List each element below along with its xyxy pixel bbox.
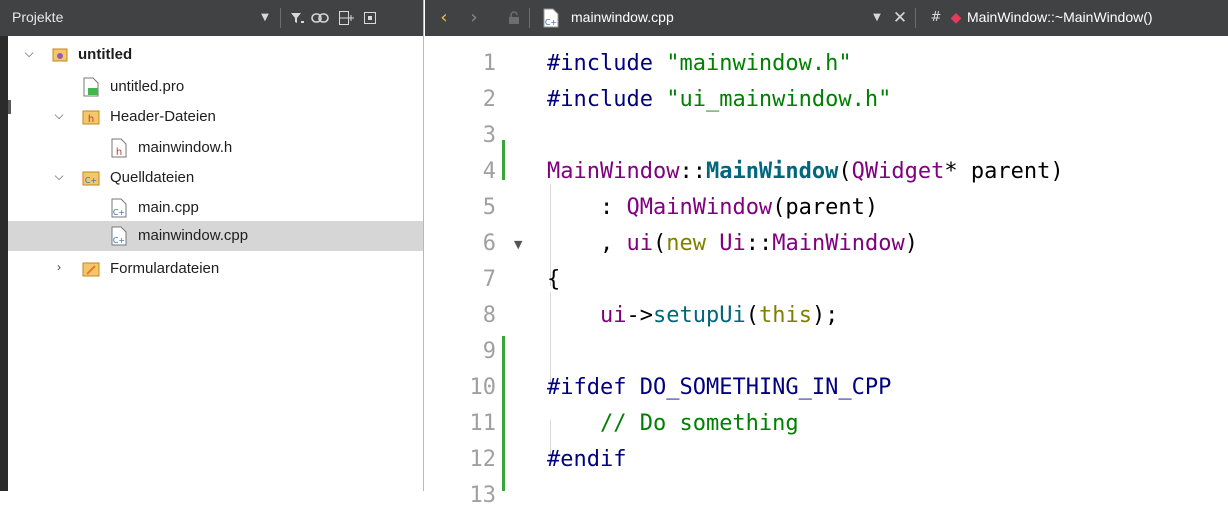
line-number: 10: [469, 375, 497, 400]
svg-text:h: h: [88, 114, 94, 125]
chevron-down-icon[interactable]: ⌵: [22, 46, 36, 60]
svg-text:C+: C+: [113, 236, 125, 245]
tree-item-label: untitled.pro: [110, 78, 185, 95]
code-line: ui->setupUi(this);: [599, 303, 839, 328]
close-pane-icon[interactable]: [360, 6, 380, 30]
fold-arrow-icon[interactable]: ▼: [514, 238, 522, 251]
forward-arrow-icon[interactable]: ›: [465, 6, 483, 30]
tree-item-mainwindow-h[interactable]: h mainwindow.h: [8, 133, 423, 163]
back-arrow-icon[interactable]: ‹: [435, 6, 453, 30]
code-line: #endif: [547, 447, 627, 472]
project-pane: Projekte ▼ ⌵ untitled untitled.pro ⌵ h H…: [0, 0, 424, 491]
close-icon[interactable]: ✕: [891, 6, 909, 30]
svg-text:h: h: [116, 147, 122, 158]
line-number: 12: [469, 447, 497, 472]
svg-text:C+: C+: [545, 18, 557, 27]
left-edge-bar: [0, 36, 8, 491]
code-line: MainWindow::MainWindow(QWidget* parent): [547, 159, 1064, 184]
line-number: 7: [482, 267, 496, 292]
code-editor[interactable]: #include "mainwindow.h" #include "ui_mai…: [543, 36, 1228, 491]
toolbar-separator: [915, 8, 916, 28]
line-number: 5: [482, 195, 496, 220]
split-icon[interactable]: [336, 6, 356, 30]
tree-item-label: main.cpp: [138, 199, 199, 216]
source-folder-icon: C+: [82, 168, 100, 188]
code-line: : QMainWindow(parent): [547, 195, 879, 220]
chevron-right-icon[interactable]: ›: [52, 260, 66, 274]
dropdown-icon[interactable]: ▼: [870, 6, 884, 30]
code-line: #include "ui_mainwindow.h": [547, 87, 892, 112]
line-number: 1: [482, 51, 496, 76]
dropdown-icon[interactable]: ▼: [258, 6, 272, 30]
code-line: {: [547, 267, 561, 292]
tree-item-label: Formulardateien: [110, 260, 220, 277]
line-number: 6: [482, 231, 496, 256]
change-marker: [502, 140, 505, 180]
tree-item-label: untitled: [78, 46, 133, 63]
svg-text:C+: C+: [85, 176, 97, 185]
pro-file-icon: [82, 77, 100, 97]
tree-item-label: Quelldateien: [110, 169, 195, 186]
chevron-down-icon[interactable]: ⌵: [52, 108, 66, 122]
line-number: 2: [482, 87, 496, 112]
line-number: 8: [482, 303, 496, 328]
hash-label[interactable]: #: [929, 6, 943, 30]
cpp-file-icon: C+: [110, 226, 128, 246]
tree-item-untitled-pro[interactable]: untitled.pro: [8, 72, 423, 102]
tree-item-label: mainwindow.cpp: [138, 227, 249, 244]
code-line: // Do something: [599, 411, 799, 436]
line-number-gutter: 1 2 3 4 5 6 7 8 9 10 11 12 13 ▼: [425, 36, 543, 508]
line-number: 4: [482, 159, 496, 184]
open-file-selector[interactable]: mainwindow.cpp: [571, 9, 674, 25]
chevron-down-icon[interactable]: ⌵: [52, 169, 66, 183]
tree-item-mainwindow-cpp[interactable]: C+ mainwindow.cpp: [8, 221, 423, 251]
symbol-selector[interactable]: MainWindow::~MainWindow(): [967, 9, 1153, 25]
svg-text:C+: C+: [113, 208, 125, 217]
tree-item-formulardateien[interactable]: › Formulardateien: [8, 254, 423, 284]
toolbar-separator: [280, 8, 281, 28]
tree-item-header-dateien[interactable]: ⌵ h Header-Dateien: [8, 102, 423, 132]
header-folder-icon: h: [82, 107, 100, 127]
tree-item-main-cpp[interactable]: C+ main.cpp: [8, 193, 423, 223]
line-number: 9: [482, 339, 496, 364]
cpp-file-icon: C+: [110, 198, 128, 218]
line-number: 11: [469, 411, 497, 436]
tree-item-untitled[interactable]: ⌵ untitled: [8, 40, 423, 70]
project-icon: [52, 45, 70, 65]
method-diamond-icon: ◆: [950, 10, 962, 26]
toolbar-separator: [529, 8, 530, 28]
line-number: 13: [469, 483, 497, 508]
tree-item-quelldateien[interactable]: ⌵ C+ Quelldateien: [8, 163, 423, 193]
cpp-file-icon: C+: [542, 8, 560, 28]
link-icon[interactable]: [310, 6, 330, 30]
editor-toolbar: ‹ › C+ mainwindow.cpp ▼ ✕ # ◆ MainWindow…: [425, 0, 1228, 36]
form-folder-icon: [82, 259, 100, 279]
code-line: , ui(new Ui::MainWindow): [547, 231, 918, 256]
project-pane-title: Projekte: [12, 9, 64, 25]
filter-icon[interactable]: [288, 6, 306, 30]
line-number: 3: [482, 123, 496, 148]
code-line: #ifdef DO_SOMETHING_IN_CPP: [547, 375, 892, 400]
tree-item-label: mainwindow.h: [138, 139, 233, 156]
header-file-icon: h: [110, 138, 128, 158]
code-line: #include "mainwindow.h": [547, 51, 852, 76]
project-pane-toolbar: Projekte ▼: [0, 0, 423, 36]
tree-item-label: Header-Dateien: [110, 108, 216, 125]
change-marker: [502, 336, 505, 491]
lock-icon[interactable]: [505, 6, 523, 30]
